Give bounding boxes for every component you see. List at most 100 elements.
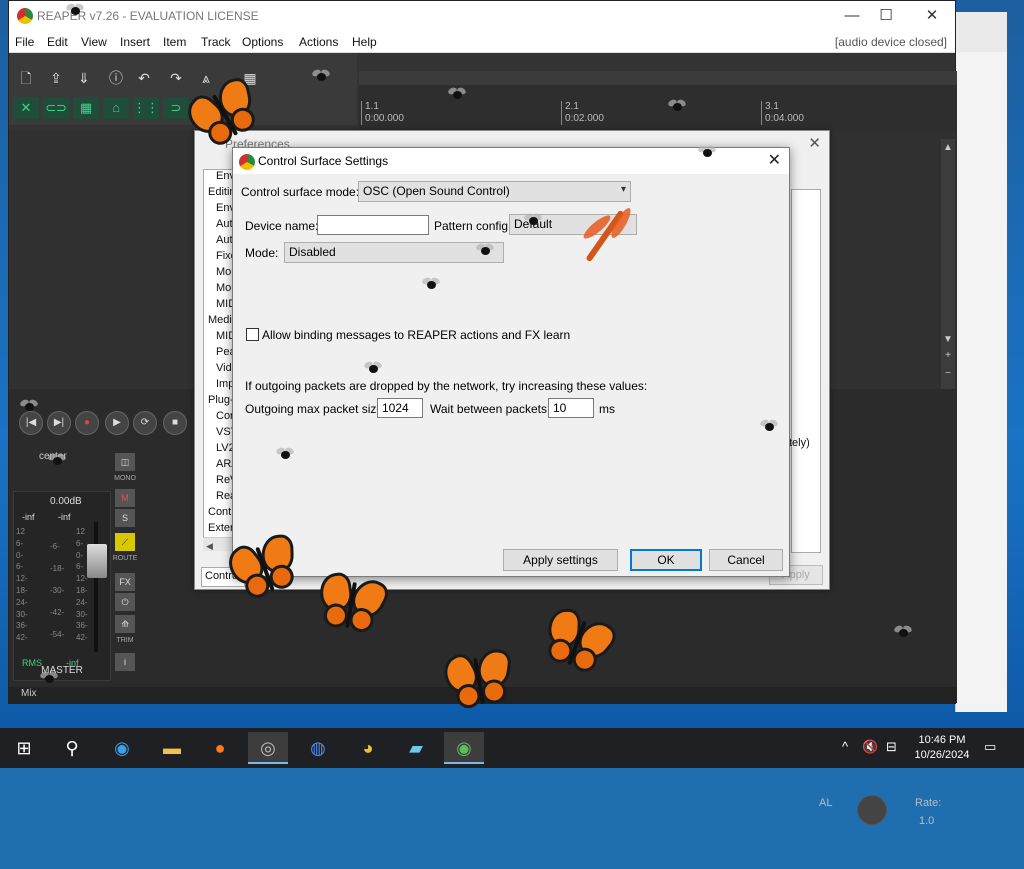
- zoom-in-icon[interactable]: +: [943, 351, 953, 361]
- menu-actions[interactable]: Actions: [299, 35, 338, 49]
- ok-button[interactable]: OK: [630, 549, 702, 571]
- fly-icon: [19, 398, 39, 414]
- menu-item[interactable]: Item: [163, 35, 186, 49]
- max-packet-input[interactable]: 1024: [377, 398, 423, 418]
- scroll-up-icon[interactable]: ▲: [943, 143, 953, 153]
- minimize-icon[interactable]: —: [837, 6, 867, 26]
- project-settings-icon[interactable]: ⓘ: [105, 67, 127, 89]
- fly-icon: [421, 276, 441, 292]
- reaper-logo-icon: [17, 8, 33, 24]
- rate-label: Rate:: [915, 797, 942, 809]
- reaper-taskbar-icon[interactable]: ◉: [444, 732, 484, 764]
- link-icon[interactable]: ⊂⊃: [43, 97, 69, 119]
- background-window: [955, 12, 1007, 712]
- save-project-icon[interactable]: ⇓: [73, 67, 95, 89]
- device-name-input[interactable]: [317, 215, 429, 235]
- envelope-icon[interactable]: ⌂: [103, 97, 129, 119]
- mono-button[interactable]: ◫: [115, 453, 135, 471]
- snap-icon[interactable]: ⋮⋮: [133, 97, 159, 119]
- play-icon[interactable]: ▶: [105, 411, 129, 435]
- repeat-icon[interactable]: ⟳: [133, 411, 157, 435]
- control-surface-dialog: Control Surface Settings ✕ Control surfa…: [232, 147, 790, 577]
- zoom-out-icon[interactable]: −: [943, 369, 953, 379]
- volume-fader-handle[interactable]: [87, 544, 107, 578]
- mono-label: MONO: [114, 475, 136, 482]
- preferences-close-icon[interactable]: ✕: [808, 134, 821, 152]
- goto-end-icon[interactable]: ▶|: [47, 411, 71, 435]
- dragonfly-icon: [570, 205, 640, 266]
- open-project-icon[interactable]: ⇪: [45, 67, 67, 89]
- undo-icon[interactable]: ↶: [133, 67, 155, 89]
- tray-chevron-icon[interactable]: ^: [842, 739, 848, 754]
- metronome-icon[interactable]: ⩓: [195, 67, 217, 89]
- menu-file[interactable]: File: [15, 35, 34, 49]
- wait-input[interactable]: 10: [548, 398, 594, 418]
- menu-insert[interactable]: Insert: [120, 35, 150, 49]
- trim-button[interactable]: ⟰: [115, 615, 135, 633]
- menu-help[interactable]: Help: [352, 35, 377, 49]
- route-button[interactable]: ⟋: [115, 533, 135, 551]
- audio-device-status: [audio device closed]: [834, 35, 947, 49]
- file-explorer-icon[interactable]: ▬: [152, 732, 192, 764]
- goto-start-icon[interactable]: |◀: [19, 411, 43, 435]
- menu-view[interactable]: View: [81, 35, 107, 49]
- meter-scale-left: 12 6- 0- 6- 12- 18- 24- 30- 36- 42-: [16, 527, 28, 643]
- chromium-icon[interactable]: ◍: [298, 732, 338, 764]
- timeline-marker: 2.1 0:02.000: [561, 101, 604, 125]
- volume-readout: 0.00dB: [50, 496, 82, 507]
- solo-button[interactable]: S: [115, 509, 135, 527]
- notifications-icon[interactable]: ▭: [984, 739, 996, 755]
- chevron-down-icon: ▾: [620, 184, 626, 195]
- meter-scale-right: 12 6- 0- 6- 12- 18- 24- 30- 36- 42-: [76, 527, 88, 643]
- max-packet-label: Outgoing max packet size:: [245, 402, 387, 416]
- network-icon[interactable]: ⊟: [886, 739, 897, 755]
- peak-right: -inf: [58, 512, 71, 522]
- tree-item[interactable]: Contr: [208, 506, 235, 518]
- mode-select[interactable]: Disabled: [284, 242, 504, 263]
- playrate-knob[interactable]: [857, 795, 887, 825]
- ripple-icon[interactable]: ✕: [13, 97, 39, 119]
- apply-settings-button[interactable]: Apply settings: [503, 549, 618, 571]
- mute-button[interactable]: M: [115, 489, 135, 507]
- edge-icon[interactable]: ◉: [102, 732, 142, 764]
- clock[interactable]: 10:46 PM 10/26/2024: [908, 733, 976, 763]
- butterfly-icon: [437, 647, 516, 716]
- route-label: ROUTE: [112, 555, 138, 562]
- info-button[interactable]: i: [115, 653, 135, 671]
- close-icon[interactable]: ✕: [917, 6, 947, 26]
- mode-label: Control surface mode:: [241, 185, 360, 199]
- fly-icon: [275, 446, 295, 462]
- fly-icon: [65, 2, 85, 18]
- menu-edit[interactable]: Edit: [47, 35, 68, 49]
- windows-start-icon[interactable]: ⊞: [4, 732, 44, 764]
- menu-track[interactable]: Track: [201, 35, 231, 49]
- record-icon[interactable]: ●: [75, 411, 99, 435]
- stop-icon[interactable]: ■: [163, 411, 187, 435]
- fx-bypass-button[interactable]: ⏻: [115, 593, 135, 611]
- scroll-down-icon[interactable]: ▼: [943, 335, 953, 345]
- volume-muted-icon[interactable]: 🔇: [862, 739, 878, 755]
- search-icon[interactable]: ⚲: [52, 732, 92, 764]
- firefox-icon[interactable]: ●: [200, 732, 240, 764]
- maximize-icon[interactable]: ☐: [871, 6, 901, 26]
- group-icon[interactable]: ▦: [73, 97, 99, 119]
- vertical-scrollbar[interactable]: ▲ ▼ + −: [941, 139, 955, 389]
- dialog-close-icon[interactable]: ✕: [768, 150, 781, 170]
- cancel-button[interactable]: Cancel: [709, 549, 783, 571]
- device-name-label: Device name:: [245, 219, 319, 233]
- redo-icon[interactable]: ↷: [165, 67, 187, 89]
- master-track[interactable]: 0.00dB -inf -inf 12 6- 0- 6- 12- 18- 24- 30- 36-…: [13, 491, 111, 681]
- notepad-icon[interactable]: ▰: [396, 732, 436, 764]
- menu-options[interactable]: Options: [242, 35, 283, 49]
- chrome-icon[interactable]: ◕: [348, 732, 388, 764]
- new-project-icon[interactable]: 🗋: [15, 67, 37, 89]
- control-surface-mode-select[interactable]: OSC (Open Sound Control) ▾: [358, 181, 631, 202]
- peak-left: -inf: [22, 512, 35, 522]
- mode2-label: Mode:: [245, 246, 279, 260]
- mixer-tab[interactable]: Mix: [21, 688, 37, 699]
- fx-button[interactable]: FX: [115, 573, 135, 591]
- menu-bar: File Edit View Insert Item Track Options…: [9, 31, 955, 53]
- app-icon[interactable]: ◎: [248, 732, 288, 764]
- taskbar: ⊞ ⚲ ◉ ▬ ● ◎ ◍ ◕ ▰ ◉ ^ 🔇 ⊟ 10:46 PM 10/26/…: [0, 728, 1024, 768]
- allow-binding-checkbox[interactable]: [246, 328, 259, 341]
